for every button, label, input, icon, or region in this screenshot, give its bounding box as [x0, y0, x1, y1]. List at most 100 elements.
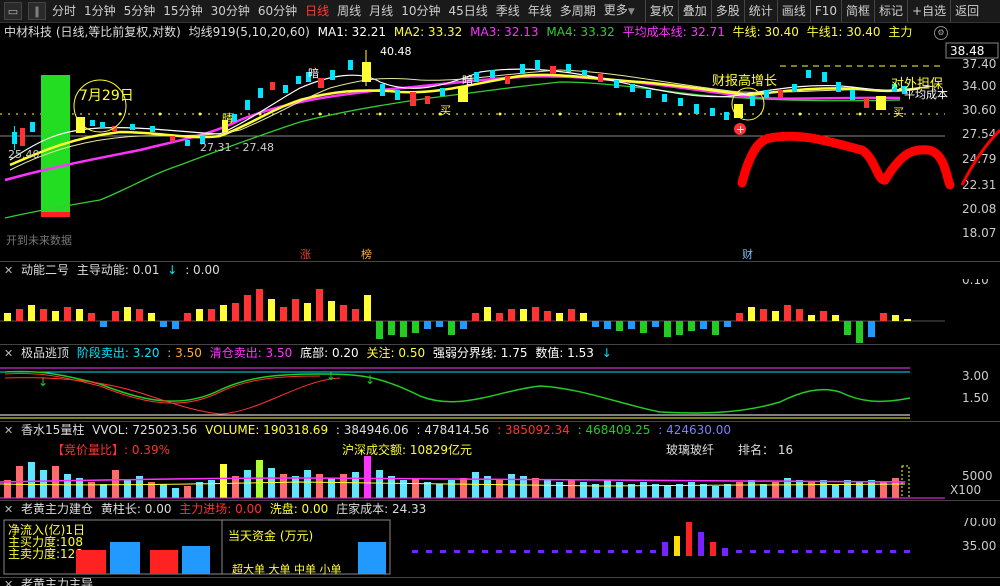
dongneng-header: ✕ 动能二号 主导动能: 0.01 ↓ : 0.00	[4, 262, 944, 279]
period-tab-day[interactable]: 日线	[301, 0, 333, 22]
stock-title: 中材科技 (日线,等比前复权,对数)	[4, 25, 181, 39]
cai-marker: 财	[742, 247, 753, 261]
tool-fuquan[interactable]: 复权	[644, 0, 678, 22]
range-annotation: 27.31 - 27.48	[200, 141, 274, 154]
period-tab-more[interactable]: 更多▼	[600, 0, 639, 23]
indicator-title[interactable]: 动能二号	[21, 263, 69, 277]
tool-huaxian[interactable]: 画线	[776, 0, 810, 22]
niu-line-value: 牛线: 30.40	[732, 25, 799, 39]
tool-diejia[interactable]: 叠加	[677, 0, 711, 22]
main-chart-header: 中材科技 (日线,等比前复权,对数) 均线919(5,10,20,60) MA1…	[4, 24, 994, 41]
indicator-title[interactable]: 老黄主力主导	[21, 578, 93, 586]
top-toolbar: ▭ ∥ 分时 1分钟 5分钟 15分钟 30分钟 60分钟 日线 周线 月线 1…	[0, 0, 1000, 23]
indicator-title[interactable]: 香水15量柱	[21, 423, 84, 437]
indicator-value: : 478414.56	[416, 423, 490, 437]
y-axis-label: X100	[950, 483, 981, 497]
plus-glyph: +	[736, 123, 745, 136]
high-price-annotation: 40.48	[380, 45, 412, 58]
tool-biaoji[interactable]: 标记	[874, 0, 907, 22]
ma-indicator-title[interactable]: 均线919(5,10,20,60)	[189, 25, 310, 39]
y-axis-label: 22.31	[962, 178, 996, 192]
tool-jiankuang[interactable]: 简框	[840, 0, 874, 22]
svg-text:↓: ↓	[365, 373, 375, 387]
svg-text:↓: ↓	[326, 369, 336, 383]
period-tab-45day[interactable]: 45日线	[444, 0, 491, 22]
indicator-value: 主导动能: 0.01	[76, 263, 160, 277]
settings-icon[interactable]: ⚙	[934, 26, 948, 40]
indicator-value: : 424630.00	[658, 423, 731, 437]
period-tab-multi[interactable]: 多周期	[556, 0, 600, 22]
avg-cost-value: 平均成本线: 32.71	[622, 25, 725, 39]
box-title: 当天资金 (万元)	[228, 528, 313, 543]
future-data-label: 开到未来数据	[6, 233, 72, 247]
dongneng-chart: 0.10	[0, 279, 989, 343]
financial-growth-annotation: 财报高增长	[712, 73, 777, 89]
period-tab-week[interactable]: 周线	[333, 0, 365, 22]
jipin-header: ✕ 极品逃顶 阶段卖出: 3.20 : 3.50 清仓卖出: 3.50 底部: …	[4, 345, 944, 362]
tool-tongji[interactable]: 统计	[743, 0, 777, 22]
indicator-value: : 384946.06	[335, 423, 409, 437]
period-tab-30min[interactable]: 30分钟	[207, 0, 254, 22]
indicator-value: 主力进场: 0.00	[179, 502, 262, 516]
candle-bottom-mark	[41, 212, 70, 217]
period-tab-month[interactable]: 月线	[365, 0, 397, 22]
ma2-value: MA2: 33.32	[393, 25, 463, 39]
down-arrow-icon: ↓	[167, 263, 178, 277]
period-tab-5min[interactable]: 5分钟	[120, 0, 160, 22]
period-tab-1min[interactable]: 1分钟	[80, 0, 120, 22]
tool-zixuan[interactable]: +自选	[907, 0, 950, 22]
laohuang-header: ✕ 老黄主力建仓 黄柱长: 0.00 主力进场: 0.00 洗盘: 0.00 庄…	[4, 501, 944, 518]
an-label: 暗	[308, 66, 319, 80]
close-icon[interactable]: ✕	[4, 424, 13, 437]
period-tab-10min[interactable]: 10分钟	[397, 0, 444, 22]
y-axis-label: 37.40	[962, 57, 996, 71]
chevron-down-icon: ▼	[627, 7, 635, 17]
y-axis-label: 30.60	[962, 103, 996, 117]
indicator-value: 强弱分界线: 1.75	[432, 346, 528, 360]
close-icon[interactable]: ✕	[4, 578, 13, 586]
volume-bars	[4, 456, 910, 499]
xiangshui-header: ✕ 香水15量柱 VVOL: 725023.56 VOLUME: 190318.…	[4, 422, 944, 439]
close-icon[interactable]: ✕	[4, 264, 13, 277]
tool-duogu[interactable]: 多股	[710, 0, 744, 22]
close-icon[interactable]: ✕	[4, 347, 13, 360]
period-tab-season[interactable]: 季线	[492, 0, 524, 22]
split-icon[interactable]: ∥	[28, 2, 46, 20]
period-tab-year[interactable]: 年线	[524, 0, 556, 22]
main-candlestick-chart[interactable]: 38.48 37.40 34.00 30.60 27.54 24.79 22.3…	[0, 40, 1000, 262]
y-axis-label: 18.07	[962, 226, 996, 240]
indicator-title[interactable]: 老黄主力建仓	[21, 502, 93, 516]
y-axis-label: 38.48	[950, 44, 984, 58]
zhang-marker: 涨	[300, 248, 311, 261]
box-line: 主卖力度:128	[8, 546, 83, 561]
tool-f10[interactable]: F10	[809, 0, 841, 22]
close-icon[interactable]: ✕	[4, 503, 13, 516]
date-annotation: 7月29日	[79, 88, 134, 104]
qing-label: 晴	[222, 112, 233, 125]
indicator-value: : 385092.34	[497, 423, 570, 437]
niu1-line-value: 牛线1: 30.40	[806, 25, 881, 39]
ma1-value: MA1: 32.21	[317, 25, 387, 39]
indicator-title[interactable]: 极品逃顶	[21, 346, 69, 360]
indicator-value: 洗盘: 0.00	[269, 502, 329, 516]
tool-fanhui[interactable]: 返回	[950, 0, 983, 22]
y-axis-label: 35.00	[962, 539, 996, 553]
indicator-value: 关注: 0.50	[366, 346, 426, 360]
period-tab-60min[interactable]: 60分钟	[254, 0, 301, 22]
layout-icon[interactable]: ▭	[4, 2, 22, 20]
ma3-value: MA3: 32.13	[470, 25, 539, 39]
y-axis-label: 1.50	[962, 391, 989, 405]
period-tab-15min[interactable]: 15分钟	[159, 0, 206, 22]
y-axis-label: 20.08	[962, 202, 996, 216]
svg-text:↓: ↓	[38, 375, 48, 389]
period-tab-fenshi[interactable]: 分时	[48, 0, 80, 22]
jipin-chart: 3.00 1.50 ↓ ↓ ↓	[0, 367, 989, 419]
bottom-pane-header: ✕ 老黄主力主导	[4, 578, 604, 586]
indicator-value: : 468409.25	[577, 423, 651, 437]
indicator-value: 清仓卖出: 3.50	[209, 346, 293, 360]
indicator-value: VOLUME: 190318.69	[205, 423, 329, 437]
y-axis-label: 70.00	[962, 518, 996, 529]
low-price-annotation: 25.40	[8, 148, 40, 161]
y-axis-label: 5000	[962, 469, 993, 483]
indicator-value: 庄家成本: 24.33	[336, 502, 427, 516]
